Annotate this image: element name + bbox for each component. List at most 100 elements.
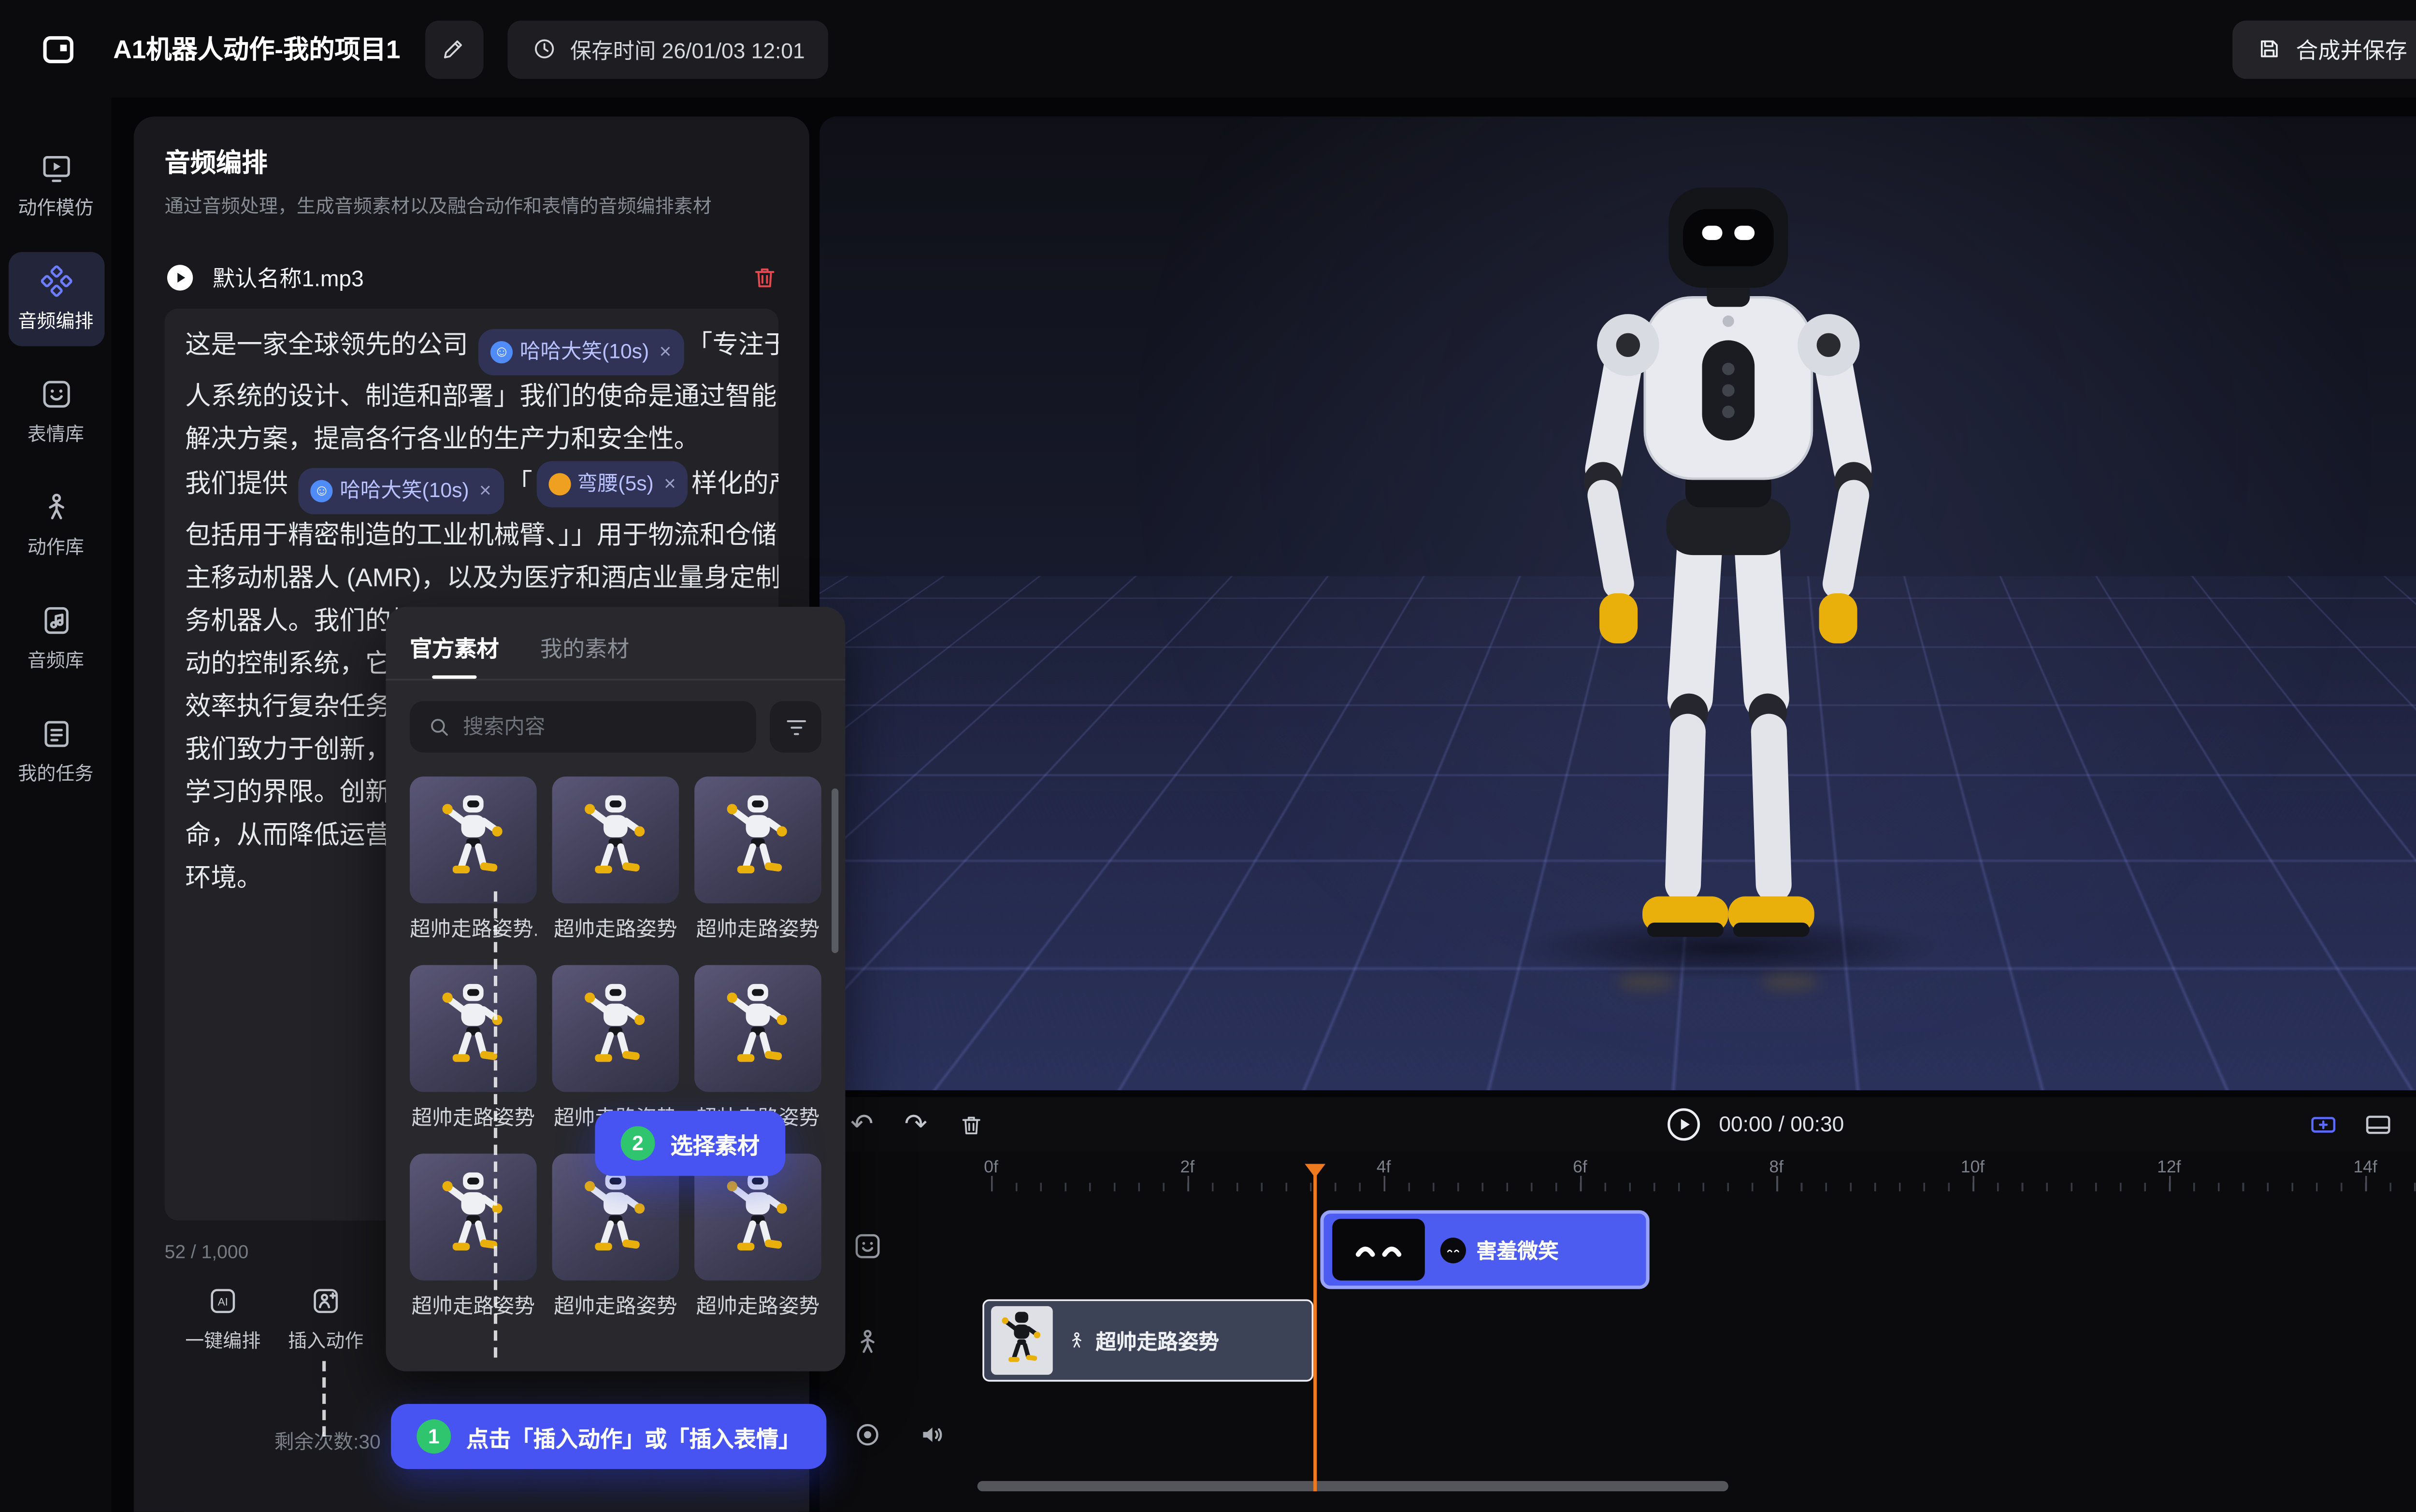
popup-scrollbar[interactable]	[832, 788, 838, 953]
asset-thumbnail[interactable]	[552, 965, 679, 1092]
filter-button[interactable]	[770, 701, 821, 752]
asset-item[interactable]: 超帅走路姿势...	[410, 776, 537, 942]
step-badge: 2	[621, 1126, 655, 1160]
inline-tag-bow[interactable]: 弯腰(5s)×	[536, 461, 688, 508]
sidebar-item-action-lib[interactable]: 动作库	[8, 478, 104, 572]
my-tasks-icon	[39, 716, 73, 751]
record-icon[interactable]	[852, 1419, 883, 1450]
search-icon	[427, 715, 451, 739]
char-count: 52 / 1,000	[165, 1243, 249, 1264]
asset-item[interactable]: 超帅走路姿势	[410, 965, 537, 1131]
rename-button[interactable]	[424, 20, 483, 78]
play-button[interactable]	[1664, 1106, 1702, 1143]
one-click-arrange-button[interactable]: 一键编排	[172, 1285, 274, 1354]
redo-button[interactable]: ↷	[904, 1111, 927, 1138]
remove-tag-icon[interactable]: ×	[479, 470, 491, 513]
sidebar-item-my-tasks[interactable]: 我的任务	[8, 704, 104, 799]
asset-item[interactable]: 超帅走路姿势	[552, 776, 679, 942]
viewport-3d[interactable]: z y x	[820, 116, 2416, 1090]
asset-thumbnail[interactable]	[552, 776, 679, 903]
clock-icon	[531, 36, 556, 62]
panel-subtitle: 通过音频处理，生成音频素材以及融合动作和表情的音频编排素材	[165, 192, 778, 219]
audio-lib-icon	[39, 603, 73, 638]
laugh-emoji-icon: ☺	[311, 480, 333, 502]
person-icon	[1066, 1330, 1087, 1351]
asset-label: 超帅走路姿势	[410, 1102, 537, 1131]
expression-thumbnail	[1332, 1219, 1425, 1281]
app-logo-icon[interactable]	[34, 25, 82, 72]
asset-thumbnail[interactable]	[694, 776, 821, 903]
action-thumbnail	[991, 1306, 1053, 1375]
inline-tag-laugh[interactable]: ☺哈哈大笑(10s)×	[299, 468, 503, 514]
laugh-emoji-icon: ☺	[490, 341, 513, 363]
sidebar-item-audio-arrange[interactable]: 音频编排	[8, 252, 104, 346]
undo-button[interactable]: ↶	[850, 1111, 874, 1138]
robot-model	[1418, 168, 2039, 956]
guide-dashed-line	[494, 891, 497, 1357]
app: AI A1机器人动作-我的项目1 保存时间 26/01	[0, 0, 2416, 1512]
delete-audio-icon[interactable]	[751, 263, 778, 291]
pencil-icon	[441, 36, 466, 62]
ruler-label: 2f	[1180, 1159, 1195, 1178]
asset-item[interactable]: 超帅走路姿势	[694, 965, 821, 1131]
shy-smile-emoji-icon	[1440, 1237, 1466, 1262]
ruler-label: 12f	[2157, 1159, 2181, 1178]
merge-save-button[interactable]: 合成并保存	[2232, 20, 2416, 78]
asset-label: 超帅走路姿势	[552, 1291, 679, 1320]
sidebar-item-audio-lib[interactable]: 音频库	[8, 591, 104, 685]
save-icon	[2257, 36, 2282, 62]
timeline-panel-button[interactable]	[2363, 1109, 2394, 1140]
action-clip[interactable]: 超帅走路姿势	[982, 1299, 1313, 1382]
asset-item[interactable]: 超帅走路姿势	[552, 965, 679, 1131]
speaker-icon[interactable]	[917, 1419, 948, 1450]
tooltip-step2: 2 选择素材	[595, 1111, 785, 1176]
playback-bar: ↶ ↷ 00:00 / 00:30	[820, 1097, 2416, 1152]
remaining-count: 剩余次数:30	[274, 1428, 381, 1455]
playhead[interactable]	[1313, 1166, 1317, 1491]
insert-track-button[interactable]	[2308, 1109, 2339, 1140]
search-box[interactable]	[410, 701, 756, 752]
asset-thumbnail[interactable]	[410, 776, 537, 903]
asset-item[interactable]: 超帅走路姿势	[410, 1154, 537, 1320]
inline-tag-laugh[interactable]: ☺哈哈大笑(10s)×	[479, 329, 684, 375]
expression-clip[interactable]: 害羞微笑	[1320, 1210, 1649, 1289]
asset-label: 超帅走路姿势	[552, 913, 679, 942]
ruler-label: 14f	[2353, 1159, 2377, 1178]
asset-label: 超帅走路姿势...	[410, 913, 537, 942]
expression-clip-label: 害羞微笑	[1476, 1235, 1558, 1264]
asset-thumbnail[interactable]	[694, 965, 821, 1092]
ruler-label: 6f	[1573, 1159, 1587, 1178]
asset-item[interactable]: 超帅走路姿势	[694, 1154, 821, 1320]
tab-my-assets[interactable]: 我的素材	[540, 631, 630, 679]
ruler-label: 10f	[1961, 1159, 1985, 1178]
expression-track-icon[interactable]	[852, 1231, 883, 1262]
delete-clip-button[interactable]	[958, 1112, 984, 1137]
asset-item[interactable]: 超帅走路姿势	[694, 776, 821, 942]
tab-official-assets[interactable]: 官方素材	[410, 631, 499, 679]
insert-action-button[interactable]: 插入动作	[274, 1285, 377, 1354]
guide-dashed-line	[322, 1361, 326, 1436]
sidebar-item-motion-imitation[interactable]: 动作模仿	[8, 139, 104, 233]
play-audio-icon[interactable]	[165, 261, 196, 292]
ruler-label: 8f	[1769, 1159, 1783, 1178]
asset-label: 超帅走路姿势	[694, 913, 821, 942]
ruler-labels[interactable]: 0f2f4f6f8f10f12f14f16f	[820, 1152, 2416, 1200]
asset-thumbnail[interactable]	[410, 1154, 537, 1281]
ruler-label: 0f	[984, 1159, 998, 1178]
remove-tag-icon[interactable]: ×	[664, 463, 676, 506]
action-clip-label: 超帅走路姿势	[1095, 1326, 1219, 1355]
audio-file-name: 默认名称1.mp3	[213, 260, 734, 293]
horizontal-scrollbar[interactable]	[978, 1481, 1728, 1491]
remove-tag-icon[interactable]: ×	[659, 331, 671, 374]
action-track-icon[interactable]	[852, 1327, 883, 1358]
sidebar-item-expression-lib[interactable]: 表情库	[8, 365, 104, 459]
time-display: 00:00 / 00:30	[1719, 1113, 1844, 1137]
asset-item[interactable]: 超帅走路姿势	[552, 1154, 679, 1320]
project-title: A1机器人动作-我的项目1	[113, 31, 400, 67]
search-input[interactable]	[463, 715, 739, 739]
panel-title: 音频编排	[165, 144, 778, 180]
ai-icon	[207, 1285, 238, 1316]
sidebar: 动作模仿 音频编排 表情库 动作库 音频库 我的任务	[0, 98, 112, 1512]
audio-arrange-icon	[39, 264, 73, 298]
asset-thumbnail[interactable]	[410, 965, 537, 1092]
